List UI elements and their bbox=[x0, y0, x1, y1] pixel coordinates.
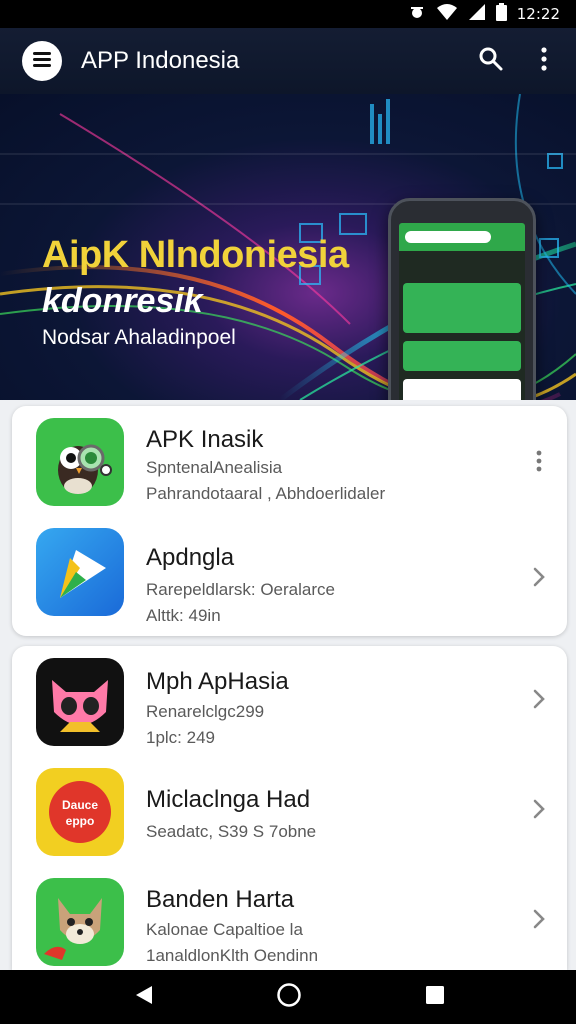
app-name: Apdngla bbox=[146, 544, 235, 571]
app-subtitle: Rarepeldlarsk: Oeralarce bbox=[146, 580, 335, 599]
owl-app-icon bbox=[36, 418, 124, 506]
app-name: Banden Harta bbox=[146, 886, 295, 913]
badge-text-top: Dauce bbox=[61, 798, 99, 812]
recents-square-icon bbox=[425, 985, 445, 1010]
app-bar: APP Indonesia bbox=[0, 28, 576, 94]
status-time: 12:22 bbox=[516, 5, 560, 23]
signal-icon bbox=[468, 3, 486, 26]
chevron-right-icon bbox=[532, 798, 546, 825]
chevron-right-icon bbox=[532, 566, 546, 593]
promo-banner[interactable]: AipK Nlndoniesia kdonresik Nodsar Ahalad… bbox=[0, 94, 576, 400]
app-details: Alttk: 49in bbox=[146, 606, 221, 625]
fox-app-icon bbox=[36, 878, 124, 966]
badge-text-bottom: eppo bbox=[65, 814, 95, 828]
app-details: 1analdlonKlth Oendinn bbox=[146, 946, 319, 965]
chevron-right-icon bbox=[532, 688, 546, 715]
home-button[interactable] bbox=[276, 982, 302, 1013]
menu-button[interactable] bbox=[22, 41, 62, 81]
system-nav-bar bbox=[0, 970, 576, 1024]
item-open-button[interactable] bbox=[528, 796, 550, 826]
more-vert-icon bbox=[541, 46, 547, 76]
play-arrow-app-icon bbox=[36, 528, 124, 616]
list-item[interactable]: APK Inasik SpntenalAnealisia Pahrandotaa… bbox=[12, 406, 567, 522]
app-title: APP Indonesia bbox=[81, 47, 240, 74]
item-open-button[interactable] bbox=[528, 564, 550, 594]
more-vert-icon bbox=[536, 450, 542, 477]
badge-app-icon: Dauce eppo bbox=[36, 768, 124, 856]
app-list-card: Mph ApHasia Renarelclgc299 1plc: 249 Dau… bbox=[12, 646, 567, 970]
app-name: Miclaclnga Had bbox=[146, 786, 311, 813]
app-subtitle: Kalonae Capaltioe la bbox=[146, 920, 303, 939]
app-subtitle: Seadatc, S39 S 7obne bbox=[146, 822, 317, 841]
list-item[interactable]: Dauce eppo Miclaclnga Had Seadatc, S39 S… bbox=[12, 758, 567, 866]
phone-screen bbox=[399, 223, 525, 400]
list-item[interactable]: Mph ApHasia Renarelclgc299 1plc: 249 bbox=[12, 646, 567, 758]
item-more-button[interactable] bbox=[530, 448, 548, 478]
back-triangle-icon bbox=[134, 984, 154, 1011]
app-details: Pahrandotaaral , Abhdoerlidaler bbox=[146, 484, 386, 503]
banner-tagline: Nodsar Ahaladinpoel bbox=[42, 326, 236, 349]
status-bar: 12:22 bbox=[0, 0, 576, 28]
more-options-button[interactable] bbox=[530, 44, 558, 78]
app-list-card: APK Inasik SpntenalAnealisia Pahrandotaa… bbox=[12, 406, 567, 636]
pink-cat-app-icon bbox=[36, 658, 124, 746]
back-button[interactable] bbox=[131, 984, 157, 1010]
wifi-icon bbox=[436, 3, 458, 26]
debug-icon bbox=[408, 3, 426, 26]
home-circle-icon bbox=[276, 982, 302, 1013]
item-open-button[interactable] bbox=[528, 906, 550, 936]
app-details: 1plc: 249 bbox=[146, 728, 215, 747]
battery-icon bbox=[495, 2, 507, 26]
list-item[interactable]: Apdngla Rarepeldlarsk: Oeralarce Alttk: … bbox=[12, 522, 567, 636]
banner-headline: AipK Nlndoniesia bbox=[42, 234, 349, 276]
list-item[interactable]: Banden Harta Kalonae Capaltioe la 1anald… bbox=[12, 866, 567, 970]
app-name: APK Inasik bbox=[146, 426, 264, 453]
chevron-right-icon bbox=[532, 908, 546, 935]
search-icon bbox=[478, 46, 504, 77]
app-subtitle: Renarelclgc299 bbox=[146, 702, 265, 721]
search-button[interactable] bbox=[474, 44, 508, 78]
phone-illustration bbox=[388, 198, 536, 400]
item-open-button[interactable] bbox=[528, 686, 550, 716]
menu-icon bbox=[31, 50, 53, 73]
app-subtitle: SpntenalAnealisia bbox=[146, 458, 283, 477]
app-name: Mph ApHasia bbox=[146, 668, 289, 695]
banner-subheadline: kdonresik bbox=[42, 282, 203, 320]
recents-button[interactable] bbox=[422, 984, 448, 1010]
